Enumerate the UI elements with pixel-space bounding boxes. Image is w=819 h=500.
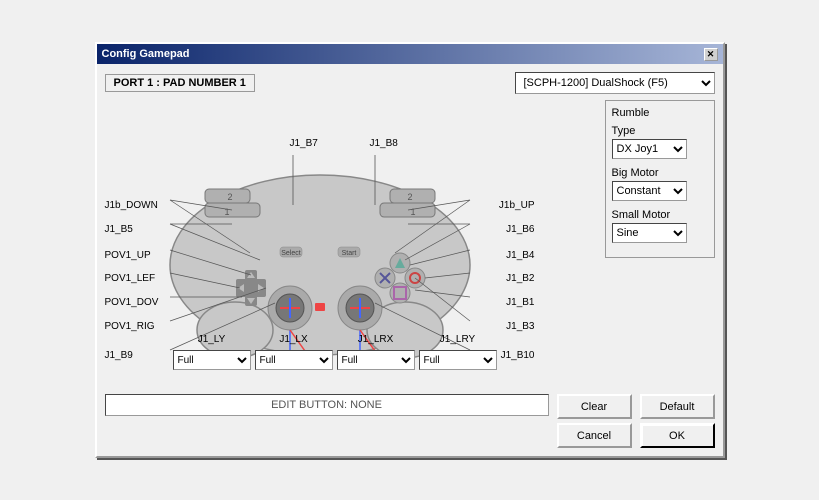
small-motor-field: Small Motor Sine [612, 209, 708, 243]
label-J1B3: J1_B3 [506, 321, 534, 332]
gamepad-svg: 2 1 2 1 Select Start [160, 145, 480, 365]
label-J1bUP: J1b_UP [499, 200, 535, 211]
big-motor-field: Big Motor Constant [612, 167, 708, 201]
type-select[interactable]: DX Joy1 [612, 139, 687, 159]
svg-text:1: 1 [224, 207, 229, 217]
axis-select-J1LRX[interactable]: FullHalfNone [337, 350, 415, 370]
action-buttons: Clear Default Cancel OK [557, 394, 715, 448]
label-J1B10: J1_B10 [501, 350, 535, 361]
title-bar-buttons: ✕ [704, 48, 718, 61]
clear-button[interactable]: Clear [557, 394, 632, 419]
title-bar: Config Gamepad ✕ [97, 44, 723, 64]
small-motor-select[interactable]: Sine [612, 223, 687, 243]
rumble-group: Rumble Type DX Joy1 Big Motor [605, 100, 715, 258]
label-J1B1: J1_B1 [506, 297, 534, 308]
big-motor-label: Big Motor [612, 167, 708, 179]
bottom-row: EDIT BUTTON: NONE Clear Default Cancel O… [105, 394, 715, 448]
top-row: PORT 1 : PAD NUMBER 1 [SCPH-1200] DualSh… [105, 72, 715, 94]
device-dropdown: [SCPH-1200] DualShock (F5) [515, 72, 715, 94]
gamepad-section: J1_B7 J1_B8 J1b_DOWN J1_B5 POV1_UP POV1_… [105, 100, 597, 390]
type-field: Type DX Joy1 [612, 125, 708, 159]
svg-text:Select: Select [281, 250, 301, 257]
label-POV1RIG: POV1_RIG [105, 321, 155, 332]
gamepad-container: J1_B7 J1_B8 J1b_DOWN J1_B5 POV1_UP POV1_… [105, 100, 535, 390]
rumble-title: Rumble [612, 107, 708, 119]
label-J1B9: J1_B9 [105, 350, 133, 361]
config-gamepad-window: Config Gamepad ✕ PORT 1 : PAD NUMBER 1 [… [95, 42, 725, 458]
label-POV1DOW: POV1_DOV [105, 297, 159, 308]
label-J1B4: J1_B4 [506, 250, 534, 261]
default-button[interactable]: Default [640, 394, 715, 419]
svg-text:1: 1 [410, 207, 415, 217]
big-motor-select[interactable]: Constant [612, 181, 687, 201]
svg-text:2: 2 [227, 192, 232, 202]
axis-dropdowns-row: FullHalfNone FullHalfNone FullHalfNone F… [173, 350, 497, 370]
svg-text:2: 2 [407, 192, 412, 202]
ok-button[interactable]: OK [640, 423, 715, 448]
label-J1B2: J1_B2 [506, 273, 534, 284]
small-motor-label: Small Motor [612, 209, 708, 221]
device-select[interactable]: [SCPH-1200] DualShock (F5) [515, 72, 715, 94]
axis-label-J1LRY: J1_LRY [419, 334, 497, 345]
label-J1bDOWN: J1b_DOWN [105, 200, 158, 211]
label-J1B6: J1_B6 [506, 224, 534, 235]
cancel-button[interactable]: Cancel [557, 423, 632, 448]
label-POV1UP: POV1_UP [105, 250, 151, 261]
label-POV1LEF: POV1_LEF [105, 273, 156, 284]
edit-button-display: EDIT BUTTON: NONE [105, 394, 549, 416]
label-J1B5: J1_B5 [105, 224, 133, 235]
type-label: Type [612, 125, 708, 137]
main-area: J1_B7 J1_B8 J1b_DOWN J1_B5 POV1_UP POV1_… [105, 100, 715, 390]
port-label: PORT 1 : PAD NUMBER 1 [105, 74, 255, 92]
close-icon: ✕ [707, 49, 715, 60]
axis-label-J1LRX: J1_LRX [337, 334, 415, 345]
svg-text:Start: Start [341, 250, 356, 257]
axis-select-J1LX[interactable]: FullHalfNone [255, 350, 333, 370]
axis-select-J1LY[interactable]: FullHalfNone [173, 350, 251, 370]
right-panel: Rumble Type DX Joy1 Big Motor [605, 100, 715, 390]
window-content: PORT 1 : PAD NUMBER 1 [SCPH-1200] DualSh… [97, 64, 723, 456]
bottom-left: EDIT BUTTON: NONE [105, 394, 549, 448]
window-title: Config Gamepad [102, 48, 190, 60]
axis-select-J1LRY[interactable]: FullHalfNone [419, 350, 497, 370]
close-button[interactable]: ✕ [704, 48, 718, 61]
axis-label-J1LX: J1_LX [255, 334, 333, 345]
axis-labels-row: J1_LY J1_LX J1_LRX J1_LRY [173, 334, 497, 345]
axis-label-J1LY: J1_LY [173, 334, 251, 345]
